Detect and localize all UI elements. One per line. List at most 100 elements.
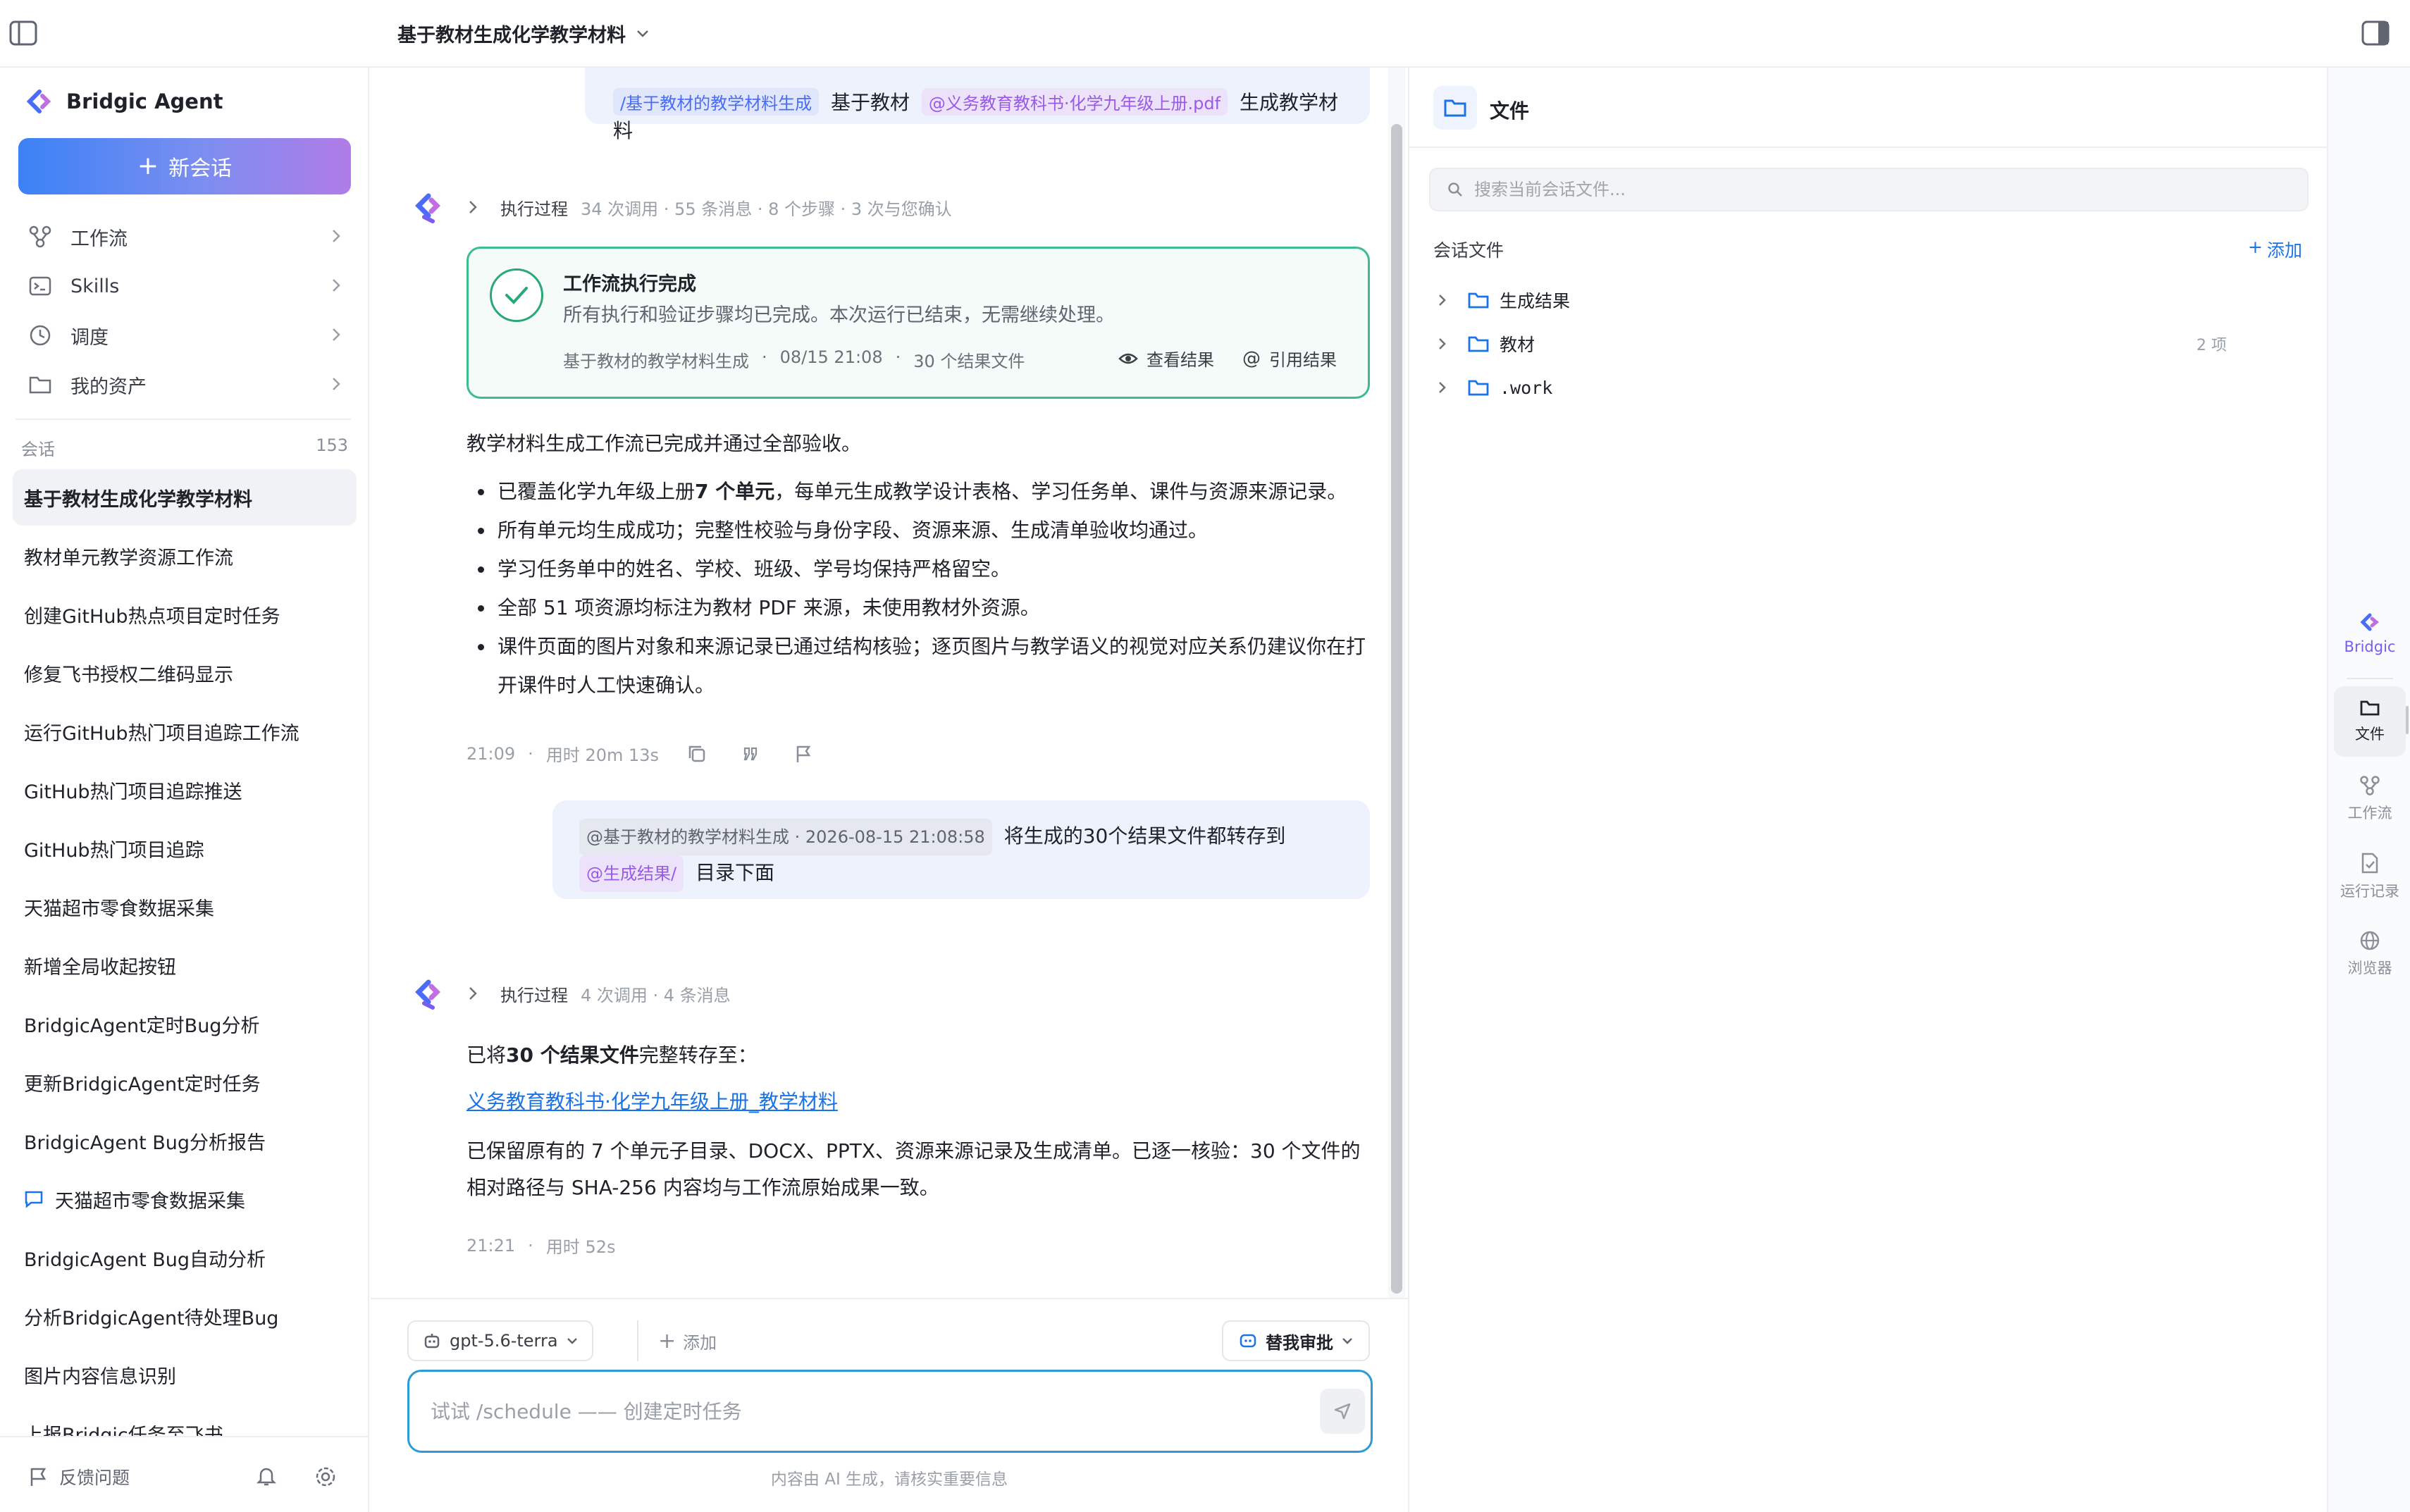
sessions-count: 153 [316, 435, 348, 455]
folder-name: .work [1500, 377, 1553, 398]
file-tag[interactable]: @义务教育教科书·化学九年级上册.pdf [921, 88, 1228, 116]
session-item[interactable]: 更新BridgicAgent定时任务 [13, 1054, 357, 1110]
chat-area: /基于教材的教学材料生成 基于教材 @义务教育教科书·化学九年级上册.pdf 生… [371, 68, 1408, 1298]
right-panel-toggle-icon[interactable] [2361, 20, 2390, 47]
user-message: @基于教材的教学材料生成 · 2026-08-15 21:08:58 将生成的3… [552, 800, 1370, 899]
file-check-icon [2360, 852, 2380, 874]
folder-name: 教材 [1500, 335, 1535, 355]
bullet-item: 课件页面的图片对象和来源记录已通过结构核验；逐页图片与教学语义的视觉对应关系仍建… [495, 627, 1376, 705]
folder-icon [28, 373, 52, 397]
session-item[interactable]: 修复飞书授权二维码显示 [13, 645, 357, 701]
card-title: 工作流执行完成 [563, 273, 696, 295]
chevron-right-icon [468, 986, 478, 1001]
sidebar: Bridgic Agent + 新会话 工作流 Skills 调度 我的资产 会… [0, 68, 369, 1512]
session-title: 新增全局收起按钮 [24, 956, 176, 979]
chevron-right-icon [331, 278, 341, 293]
rail-item-run-history[interactable]: 运行记录 [2334, 841, 2406, 912]
add-attachment-button[interactable]: + 添加 [637, 1320, 717, 1361]
nav-skills[interactable]: Skills [18, 265, 351, 307]
run-time: 08/15 21:08 [779, 347, 883, 367]
rail-label: Bridgic [2344, 638, 2396, 655]
ai-disclaimer: 内容由 AI 生成，请核实重要信息 [770, 1470, 1008, 1489]
rail-item-files[interactable]: 文件 [2334, 686, 2406, 757]
session-title: GitHub热门项目追踪推送 [24, 781, 242, 803]
chevron-down-icon [636, 29, 650, 39]
reply-time: 21:21 [466, 1235, 516, 1256]
session-item[interactable]: 图片内容信息识别 [13, 1346, 357, 1403]
scrollbar-thumb[interactable] [1391, 124, 1402, 1294]
file-panel-title: 文件 [1490, 99, 1530, 123]
session-item[interactable]: 分析BridgicAgent待处理Bug [13, 1288, 357, 1344]
quote-results-label: 引用结果 [1269, 350, 1337, 370]
model-selector[interactable]: gpt-5.6-terra [407, 1320, 593, 1361]
add-file-button[interactable]: + 添加 [2248, 237, 2302, 262]
nav-workflow[interactable]: 工作流 [18, 216, 351, 258]
directory-tag[interactable]: @生成结果/ [579, 855, 684, 892]
rail-item-browser[interactable]: 浏览器 [2334, 919, 2406, 989]
divider [16, 419, 351, 420]
file-panel-header: 文件 [1409, 68, 2328, 148]
folder-icon [1467, 291, 1490, 309]
flag-icon[interactable] [794, 744, 812, 764]
execution-process-toggle[interactable]: 执行过程 34 次调用 · 55 条消息 · 8 个步骤 · 3 次与您确认 [468, 190, 952, 224]
session-item[interactable]: 天猫超市零食数据采集 [13, 1171, 357, 1227]
nav-schedule[interactable]: 调度 [18, 314, 351, 357]
session-title: 创建GitHub热点项目定时任务 [24, 605, 280, 628]
quote-icon[interactable] [741, 744, 760, 764]
folder-icon [1467, 335, 1490, 353]
workflow-tag[interactable]: /基于教材的教学材料生成 [613, 88, 820, 116]
tree-folder-row[interactable]: .work [1438, 366, 2248, 409]
bell-icon[interactable] [257, 1465, 276, 1487]
feedback-button[interactable]: 反馈问题 [28, 1464, 130, 1489]
session-title: 运行GitHub热门项目追踪工作流 [24, 722, 299, 745]
top-bar: 基于教材生成化学教学材料 [0, 0, 2410, 68]
tree-folder-row[interactable]: 教材 2 项 [1438, 323, 2248, 365]
tree-folder-row[interactable]: 生成结果 [1438, 279, 2248, 321]
send-button[interactable] [1320, 1389, 1365, 1434]
copy-icon[interactable] [687, 744, 707, 764]
session-item[interactable]: GitHub热门项目追踪 [13, 820, 357, 876]
session-item[interactable]: BridgicAgent Bug分析报告 [13, 1113, 357, 1169]
add-label: 添加 [683, 1332, 717, 1353]
quote-results-button[interactable]: @ 引用结果 [1242, 346, 1337, 371]
rail-item-bridgic[interactable]: Bridgic [2334, 599, 2406, 669]
chevron-right-icon [1438, 380, 1452, 395]
session-item[interactable]: BridgicAgent Bug自动分析 [13, 1229, 357, 1286]
reply-intro: 教学材料生成工作流已完成并通过全部验收。 [466, 432, 862, 455]
flag-icon [28, 1466, 48, 1487]
robot-icon [423, 1332, 441, 1350]
reference-tag[interactable]: @基于教材的教学材料生成 · 2026-08-15 21:08:58 [579, 819, 992, 855]
session-item[interactable]: GitHub热门项目追踪推送 [13, 762, 357, 818]
execution-process-toggle[interactable]: 执行过程 4 次调用 · 4 条消息 [468, 977, 731, 1010]
sidebar-toggle-icon[interactable] [8, 20, 38, 47]
session-item[interactable]: 教材单元教学资源工作流 [13, 528, 357, 584]
result-folder-link[interactable]: 义务教育教科书·化学九年级上册_教学材料 [466, 1086, 838, 1115]
conversation-title[interactable]: 基于教材生成化学教学材料 [397, 20, 650, 47]
session-item[interactable]: BridgicAgent定时Bug分析 [13, 996, 357, 1052]
rail-item-workflow[interactable]: 工作流 [2334, 764, 2406, 834]
auto-approve-selector[interactable]: 替我审批 [1222, 1320, 1370, 1361]
resize-handle[interactable] [2406, 706, 2409, 734]
separator: · [528, 743, 533, 764]
gear-icon[interactable] [314, 1465, 337, 1488]
nav-my-assets[interactable]: 我的资产 [18, 364, 351, 406]
composer-area: gpt-5.6-terra + 添加 替我审批 内容由 AI 生成，请核实重要信… [371, 1298, 1408, 1512]
chevron-right-icon [1438, 293, 1452, 307]
session-item[interactable]: 基于教材生成化学教学材料 [13, 469, 357, 526]
workflow-icon [2359, 775, 2380, 796]
session-item[interactable]: 天猫超市零食数据采集 [13, 879, 357, 935]
bridgic-logo-icon [2359, 613, 2380, 633]
session-item[interactable]: 运行GitHub热门项目追踪工作流 [13, 703, 357, 760]
chevron-right-icon [1438, 337, 1452, 351]
session-title: BridgicAgent Bug自动分析 [24, 1248, 266, 1271]
file-search-input[interactable] [1473, 179, 2248, 200]
session-item[interactable]: 创建GitHub热点项目定时任务 [13, 586, 357, 643]
new-chat-button[interactable]: + 新会话 [18, 138, 351, 194]
message-input[interactable] [429, 1393, 1240, 1430]
message-composer[interactable] [407, 1370, 1373, 1453]
exec-label: 执行过程 [500, 985, 568, 1005]
session-item[interactable]: 新增全局收起按钮 [13, 937, 357, 993]
chevron-right-icon [331, 327, 341, 342]
file-search[interactable] [1429, 168, 2309, 211]
view-results-button[interactable]: 查看结果 [1118, 346, 1214, 371]
